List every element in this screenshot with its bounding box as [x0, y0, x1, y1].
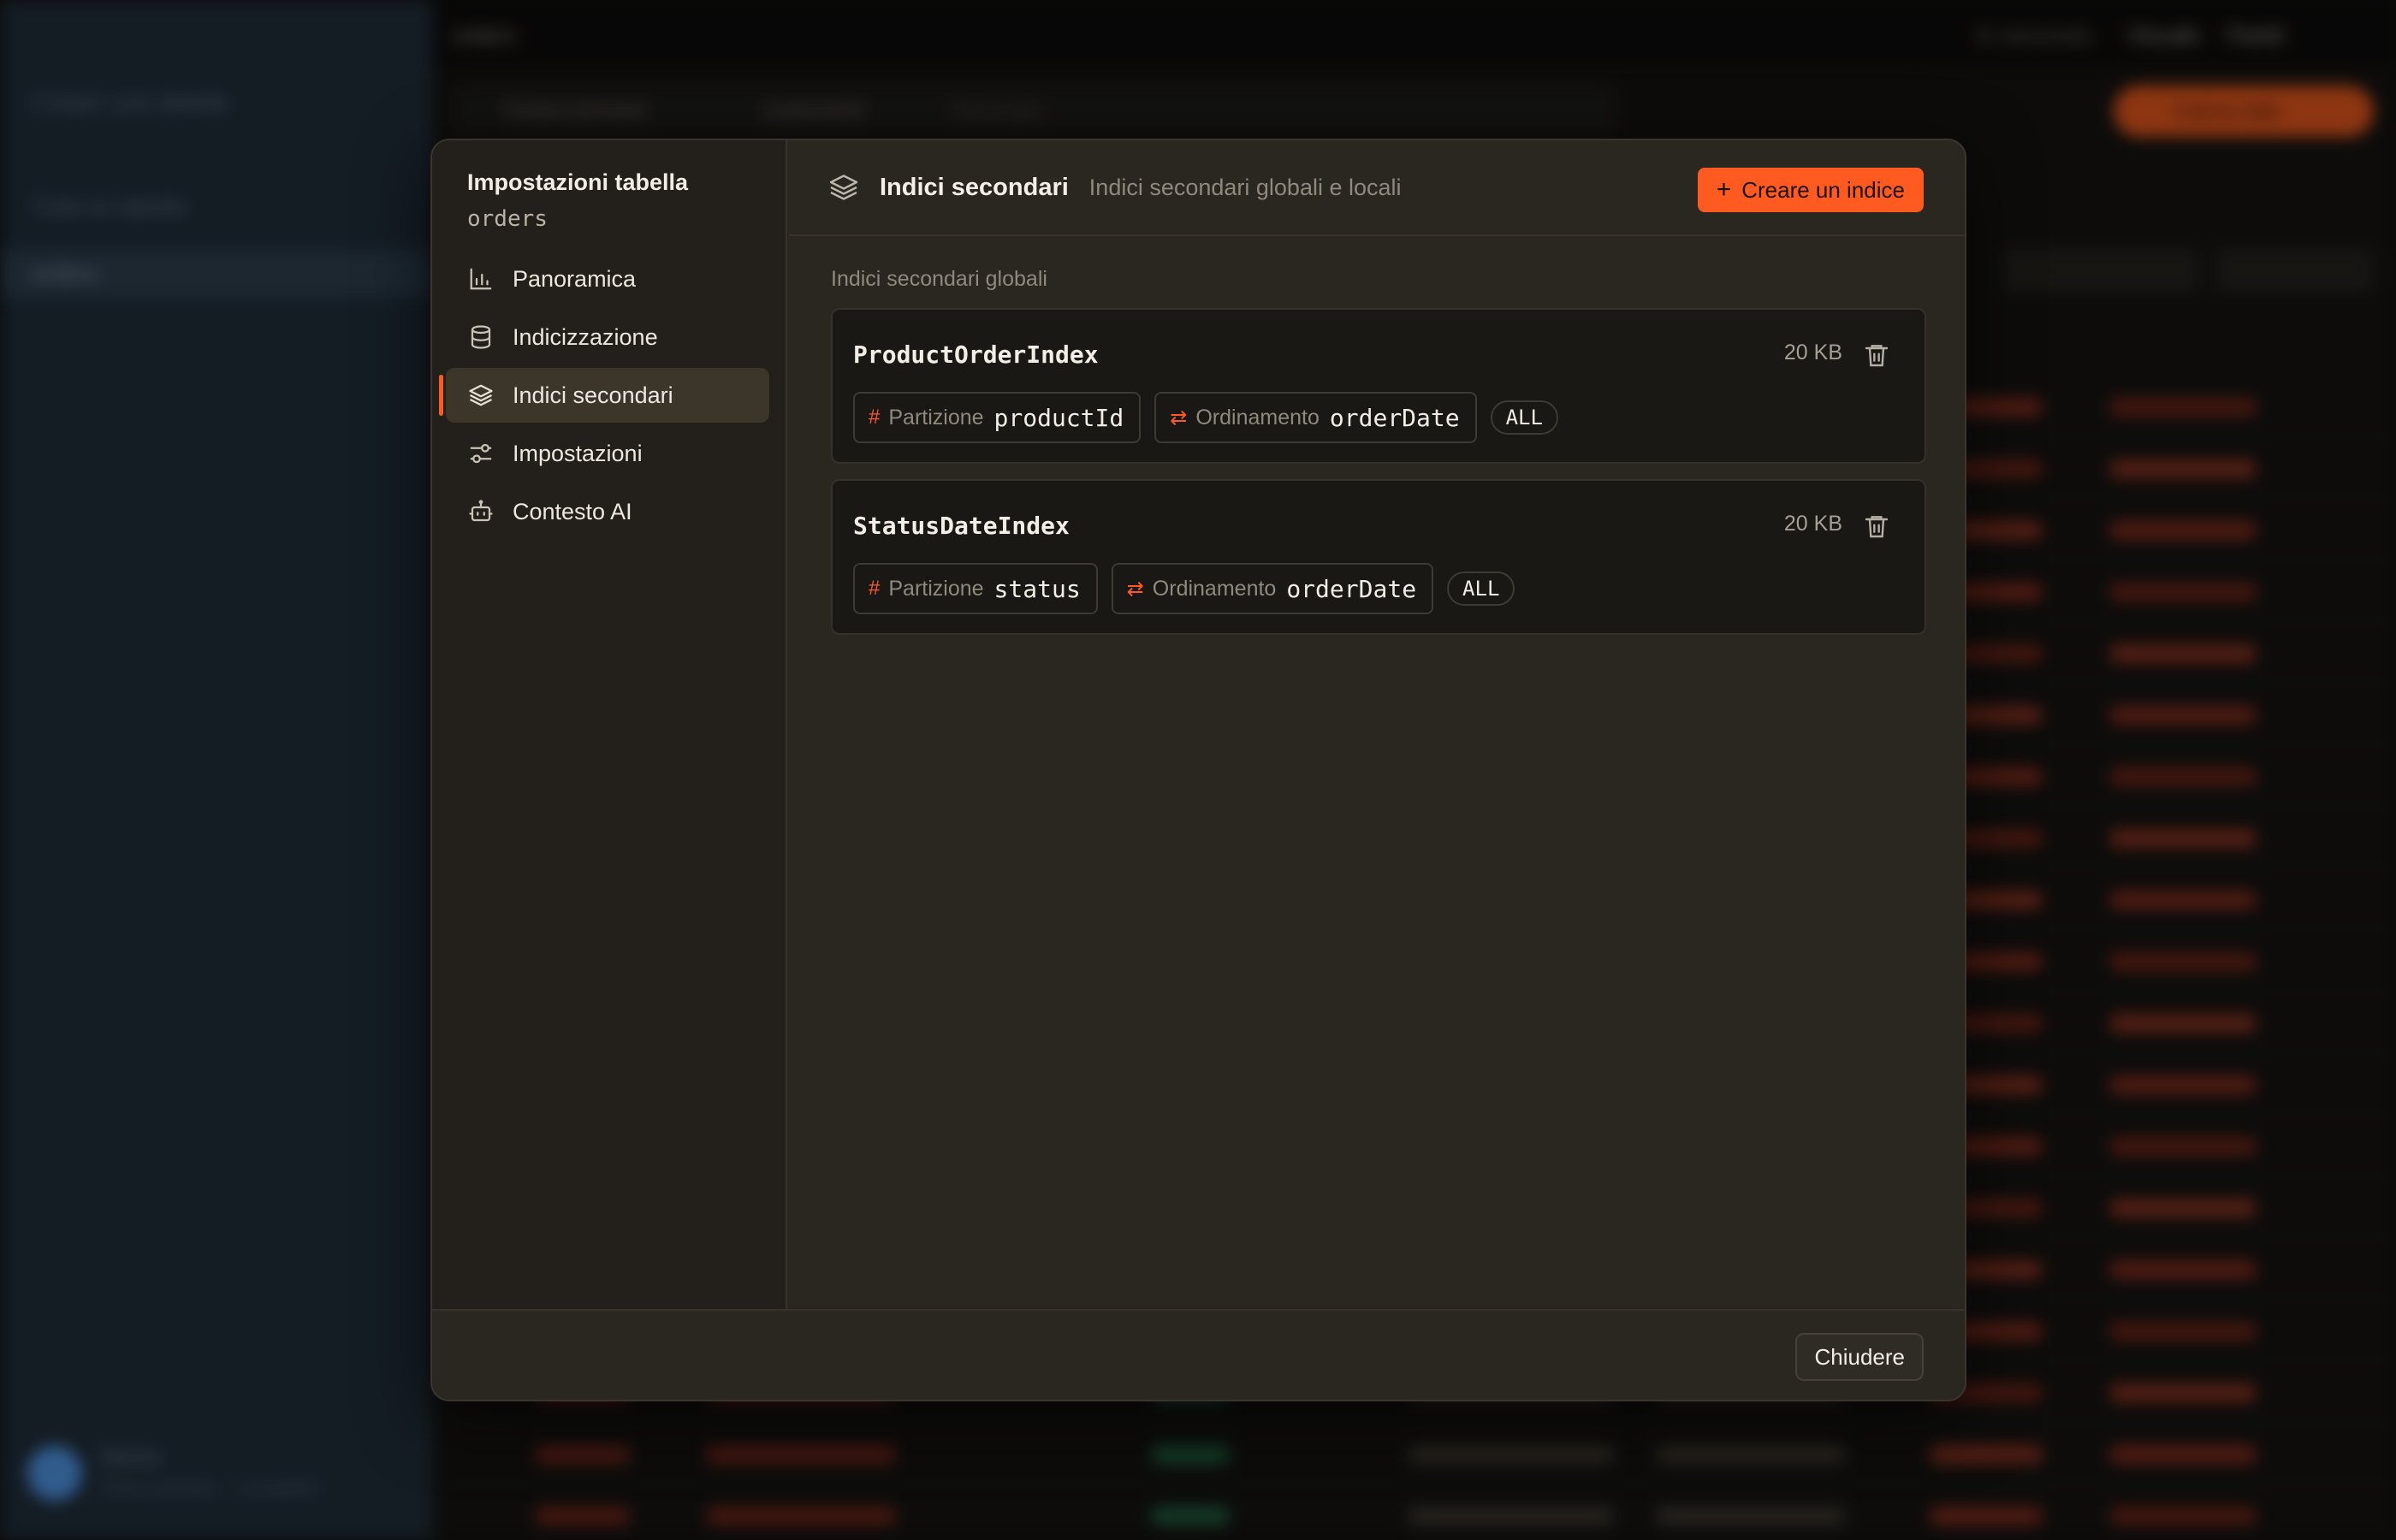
index-card: StatusDateIndex 20 KB # Partizione statu…	[831, 479, 1926, 635]
page-title: Indici secondari	[880, 173, 1069, 201]
partition-key-chip: # Partizione status	[853, 563, 1098, 614]
dialog-content: Indici secondari Indici secondari global…	[789, 140, 1965, 1311]
sort-key-chip: ⇄ Ordinamento orderDate	[1111, 563, 1434, 614]
page-description: Indici secondari globali e locali	[1088, 174, 1402, 200]
sort-key: orderDate	[1329, 403, 1460, 432]
projection-badge: ALL	[1490, 400, 1558, 435]
hash-icon: #	[869, 406, 881, 429]
plus-icon: +	[1716, 175, 1732, 204]
layers-icon	[828, 172, 859, 203]
sort-label: Ordinamento	[1152, 576, 1277, 601]
partition-key: status	[993, 574, 1081, 603]
index-keys: # Partizione productId ⇄ Ordinamento ord…	[853, 392, 1558, 443]
section-label: Indici secondari globali	[831, 267, 1047, 291]
create-index-label: Creare un indice	[1741, 176, 1905, 203]
index-name: ProductOrderIndex	[853, 341, 1099, 369]
sort-key: orderDate	[1286, 574, 1417, 603]
table-settings-dialog: Impostazioni tabella orders Panoramica I…	[430, 139, 1966, 1401]
trash-icon[interactable]	[1863, 512, 1890, 541]
close-button[interactable]: Chiudere	[1795, 1333, 1924, 1381]
nav-item-label: Indicizzazione	[513, 323, 658, 350]
layers-icon	[466, 381, 495, 410]
sliders-icon	[466, 439, 495, 468]
sort-key-chip: ⇄ Ordinamento orderDate	[1154, 392, 1477, 443]
bar-chart-icon	[466, 264, 495, 293]
arrows-swap-icon: ⇄	[1170, 406, 1188, 429]
content-header: Indici secondari Indici secondari global…	[789, 140, 1965, 236]
nav-item-panoramica[interactable]: Panoramica	[446, 252, 769, 306]
create-index-button[interactable]: + Creare un indice	[1697, 168, 1924, 212]
nav-item-label: Impostazioni	[513, 440, 643, 466]
dialog-table-name: orders	[467, 206, 548, 232]
index-size: 20 KB	[1783, 341, 1842, 364]
trash-icon[interactable]	[1863, 341, 1890, 370]
index-name: StatusDateIndex	[853, 512, 1070, 540]
sort-label: Ordinamento	[1195, 405, 1320, 429]
bot-icon	[466, 497, 495, 526]
dialog-sidebar: Impostazioni tabella orders Panoramica I…	[432, 140, 787, 1311]
dialog-footer: Chiudere	[432, 1309, 1965, 1400]
projection-badge: ALL	[1447, 572, 1515, 606]
arrows-swap-icon: ⇄	[1126, 577, 1144, 601]
settings-nav: Panoramica Indicizzazione Indici seconda…	[439, 252, 769, 542]
nav-item-label: Panoramica	[513, 265, 637, 292]
nav-item-label: Indici secondari	[513, 382, 673, 408]
nav-item-impostazioni[interactable]: Impostazioni	[446, 426, 769, 481]
partition-label: Partizione	[888, 576, 984, 601]
nav-item-indicizzazione[interactable]: Indicizzazione	[446, 310, 769, 364]
index-card: ProductOrderIndex 20 KB # Partizione pro…	[831, 308, 1926, 464]
partition-key-chip: # Partizione productId	[853, 392, 1142, 443]
nav-item-label: Contesto AI	[513, 498, 632, 524]
nav-item-contesto-ai[interactable]: Contesto AI	[446, 484, 769, 539]
index-size: 20 KB	[1783, 512, 1842, 536]
partition-key: productId	[993, 403, 1124, 432]
index-keys: # Partizione status ⇄ Ordinamento orderD…	[853, 563, 1515, 614]
dialog-title: Impostazioni tabella	[467, 169, 689, 195]
partition-label: Partizione	[888, 405, 984, 429]
database-icon	[466, 323, 495, 352]
hash-icon: #	[869, 577, 881, 600]
nav-item-indici-secondari[interactable]: Indici secondari	[439, 368, 769, 423]
